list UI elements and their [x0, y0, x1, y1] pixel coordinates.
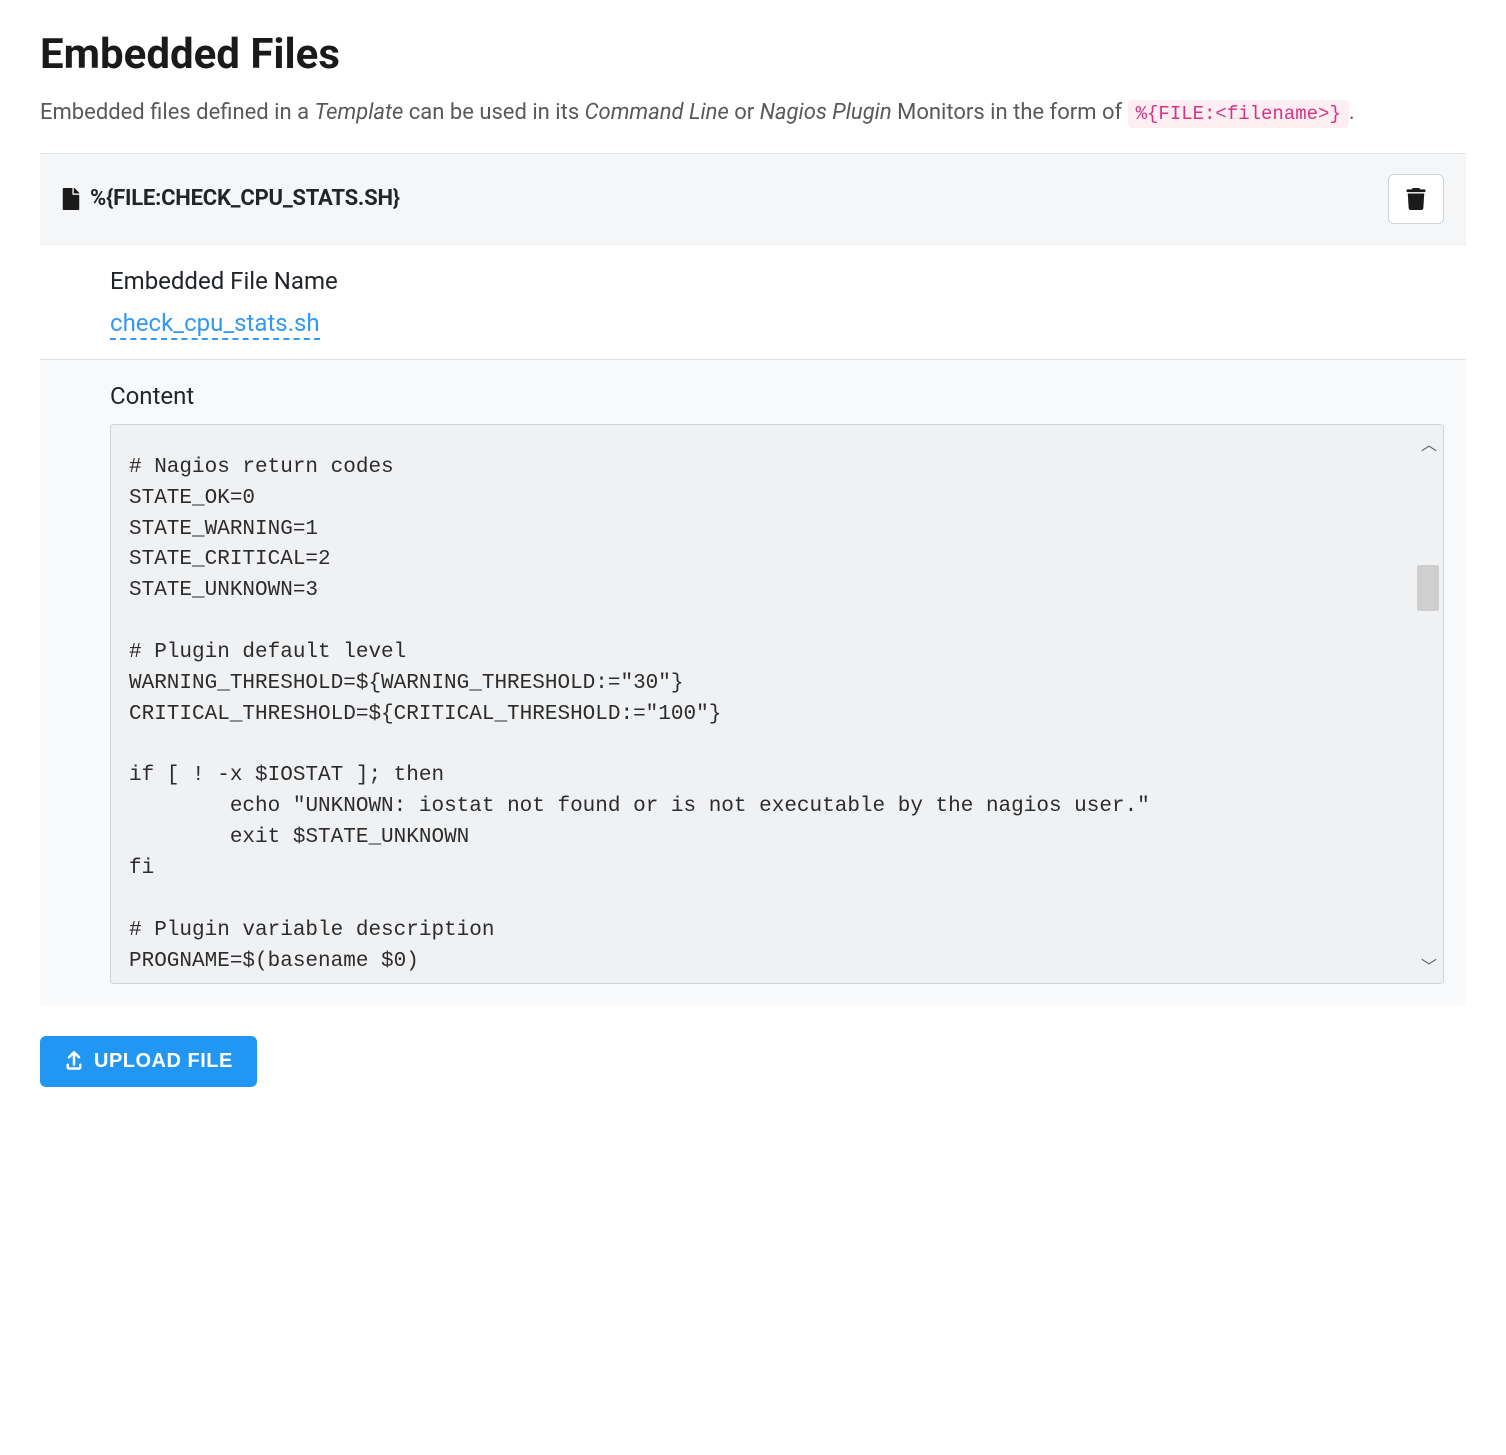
file-macro-syntax: %{FILE:<filename>}	[1128, 100, 1349, 128]
panel-header[interactable]: %{FILE:CHECK_CPU_STATS.SH}	[40, 154, 1466, 245]
scroll-up-arrow[interactable]: ︿	[1421, 431, 1437, 455]
page-description: Embedded files defined in a Template can…	[40, 97, 1466, 129]
content-label: Content	[110, 382, 1444, 410]
content-section: Content # Nagios return codes STATE_OK=0…	[40, 360, 1466, 1006]
file-name-link[interactable]: check_cpu_stats.sh	[110, 309, 320, 340]
scroll-thumb[interactable]	[1417, 565, 1439, 611]
file-icon	[62, 188, 80, 210]
content-editor[interactable]: # Nagios return codes STATE_OK=0 STATE_W…	[110, 424, 1444, 984]
scroll-down-arrow[interactable]: ﹀	[1421, 953, 1437, 977]
file-macro-title: %{FILE:CHECK_CPU_STATS.SH}	[90, 186, 400, 211]
trash-icon	[1406, 188, 1426, 210]
file-name-label: Embedded File Name	[110, 267, 1466, 295]
file-name-section: Embedded File Name check_cpu_stats.sh	[40, 245, 1466, 360]
upload-file-button[interactable]: UPLOAD FILE	[40, 1036, 257, 1087]
embedded-file-panel: %{FILE:CHECK_CPU_STATS.SH} Embedded File…	[40, 153, 1466, 1006]
upload-icon	[64, 1051, 84, 1071]
upload-button-label: UPLOAD FILE	[94, 1050, 233, 1073]
delete-file-button[interactable]	[1388, 174, 1444, 224]
scrollbar[interactable]: ︿ ﹀	[1413, 425, 1443, 983]
page-title: Embedded Files	[40, 30, 1466, 79]
content-text[interactable]: # Nagios return codes STATE_OK=0 STATE_W…	[111, 425, 1443, 983]
